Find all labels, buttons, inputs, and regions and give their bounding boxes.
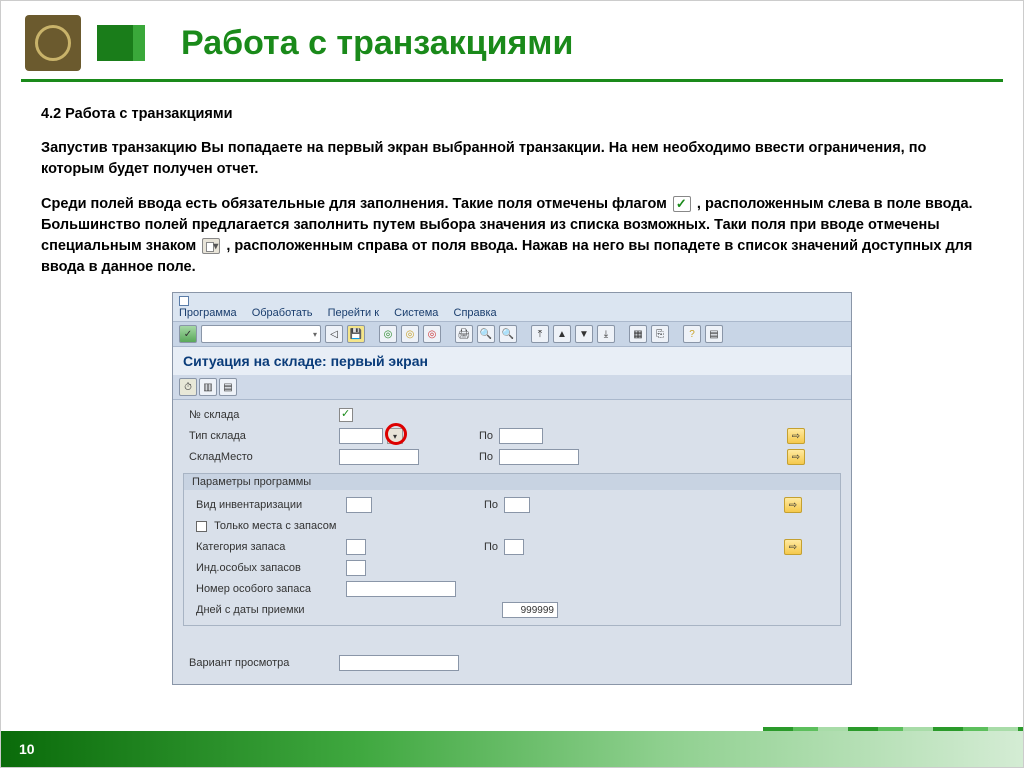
label-only-with-stock: Только места с запасом xyxy=(186,520,346,532)
range-button-1[interactable]: ⇨ xyxy=(787,428,805,444)
tb-save-icon[interactable]: 💾 xyxy=(347,325,365,343)
menu-help[interactable]: Справка xyxy=(454,307,497,319)
input-special-stock-num[interactable] xyxy=(346,581,456,597)
required-flag-icon xyxy=(673,196,691,212)
enter-button[interactable]: ✓ xyxy=(179,325,197,343)
slide-title: Работа с транзакциями xyxy=(181,24,573,63)
input-special-stock-ind[interactable] xyxy=(346,560,366,576)
sap-window: Программа Обработать Перейти к Система С… xyxy=(172,292,852,685)
to-label-1: По xyxy=(463,430,493,442)
required-flag-icon xyxy=(339,408,353,422)
sap-app-toolbar: ⏱ ▥ ▤ xyxy=(173,375,851,400)
input-days-value[interactable]: 999999 xyxy=(502,602,558,618)
last-page-button[interactable]: ⤓ xyxy=(597,325,615,343)
input-inventory-type-to[interactable] xyxy=(504,497,530,513)
paragraph-2: Среди полей ввода есть обязательные для … xyxy=(41,194,983,278)
first-page-button[interactable]: ⤒ xyxy=(531,325,549,343)
slide-header: Работа с транзакциями xyxy=(1,1,1023,79)
params-group: Параметры программы Вид инвентаризации П… xyxy=(183,473,841,626)
print-button[interactable]: 🖨 xyxy=(455,325,473,343)
menu-goto[interactable]: Перейти к xyxy=(328,307,379,319)
crest-logo xyxy=(25,15,81,71)
back-button[interactable]: ◎ xyxy=(379,325,397,343)
label-days-since-receipt: Дней с даты приемки xyxy=(186,604,346,616)
menu-edit[interactable]: Обработать xyxy=(252,307,313,319)
checkbox-only-with-stock[interactable] xyxy=(196,521,207,532)
green-squares-decoration xyxy=(97,25,145,61)
lookup-icon xyxy=(202,238,220,254)
label-storage-type: Тип склада xyxy=(179,430,339,442)
variant-button[interactable]: ▥ xyxy=(199,378,217,396)
label-special-stock-num: Номер особого запаса xyxy=(186,583,346,595)
input-inventory-type-from[interactable] xyxy=(346,497,372,513)
paragraph-1: Запустив транзакцию Вы попадаете на перв… xyxy=(41,138,983,180)
label-special-stock-ind: Инд.особых запасов xyxy=(186,562,346,574)
label-stock-category: Категория запаса xyxy=(186,541,346,553)
page-number: 10 xyxy=(19,741,35,757)
range-button-2[interactable]: ⇨ xyxy=(787,449,805,465)
system-menu-icon[interactable] xyxy=(179,296,189,306)
sap-screen-title: Ситуация на складе: первый экран xyxy=(173,347,851,375)
get-variant-button[interactable]: ▤ xyxy=(219,378,237,396)
save-button[interactable]: ◁ xyxy=(325,325,343,343)
to-label-3: По xyxy=(468,499,498,511)
find-button[interactable]: 🔍 xyxy=(477,325,495,343)
input-display-variant[interactable] xyxy=(339,655,459,671)
to-label-2: По xyxy=(463,451,493,463)
input-storage-bin-to[interactable] xyxy=(499,449,579,465)
find-next-button[interactable]: 🔍 xyxy=(499,325,517,343)
input-storage-type-to[interactable] xyxy=(499,428,543,444)
exit-button[interactable]: ◎ xyxy=(401,325,419,343)
input-storage-type-from[interactable] xyxy=(339,428,383,444)
range-button-4[interactable]: ⇨ xyxy=(784,539,802,555)
label-inventory-type: Вид инвентаризации xyxy=(186,499,346,511)
sap-form: № склада Тип склада ▾ По ⇨ СкладМесто xyxy=(173,400,851,684)
input-stock-category-from[interactable] xyxy=(346,539,366,555)
lookup-storage-type[interactable]: ▾ xyxy=(387,428,403,444)
sap-menubar: Программа Обработать Перейти к Система С… xyxy=(173,293,851,321)
to-label-4: По xyxy=(468,541,498,553)
command-field[interactable]: ▾ xyxy=(201,325,321,343)
sap-toolbar: ✓ ▾ ◁ 💾 ◎ ◎ ◎ 🖨 🔍 🔍 ⤒ ▲ ▼ ⤓ ▦ ⎘ xyxy=(173,321,851,347)
range-button-3[interactable]: ⇨ xyxy=(784,497,802,513)
label-storage-bin: СкладМесто xyxy=(179,451,339,463)
layout-button[interactable]: ▤ xyxy=(705,325,723,343)
slide-footer: 10 xyxy=(1,731,1023,767)
new-session-button[interactable]: ▦ xyxy=(629,325,647,343)
params-group-title: Параметры программы xyxy=(184,474,840,490)
label-display-variant: Вариант просмотра xyxy=(179,657,339,669)
next-page-button[interactable]: ▼ xyxy=(575,325,593,343)
prev-page-button[interactable]: ▲ xyxy=(553,325,571,343)
slide-content: 4.2 Работа с транзакциями Запустив транз… xyxy=(1,82,1023,695)
input-stock-category-to[interactable] xyxy=(504,539,524,555)
cancel-button[interactable]: ◎ xyxy=(423,325,441,343)
menu-program[interactable]: Программа xyxy=(179,307,237,319)
help-button[interactable]: ? xyxy=(683,325,701,343)
label-warehouse-num: № склада xyxy=(179,409,339,421)
menu-system[interactable]: Система xyxy=(394,307,438,319)
section-heading: 4.2 Работа с транзакциями xyxy=(41,106,983,122)
shortcut-button[interactable]: ⎘ xyxy=(651,325,669,343)
execute-button[interactable]: ⏱ xyxy=(179,378,197,396)
input-storage-bin-from[interactable] xyxy=(339,449,419,465)
